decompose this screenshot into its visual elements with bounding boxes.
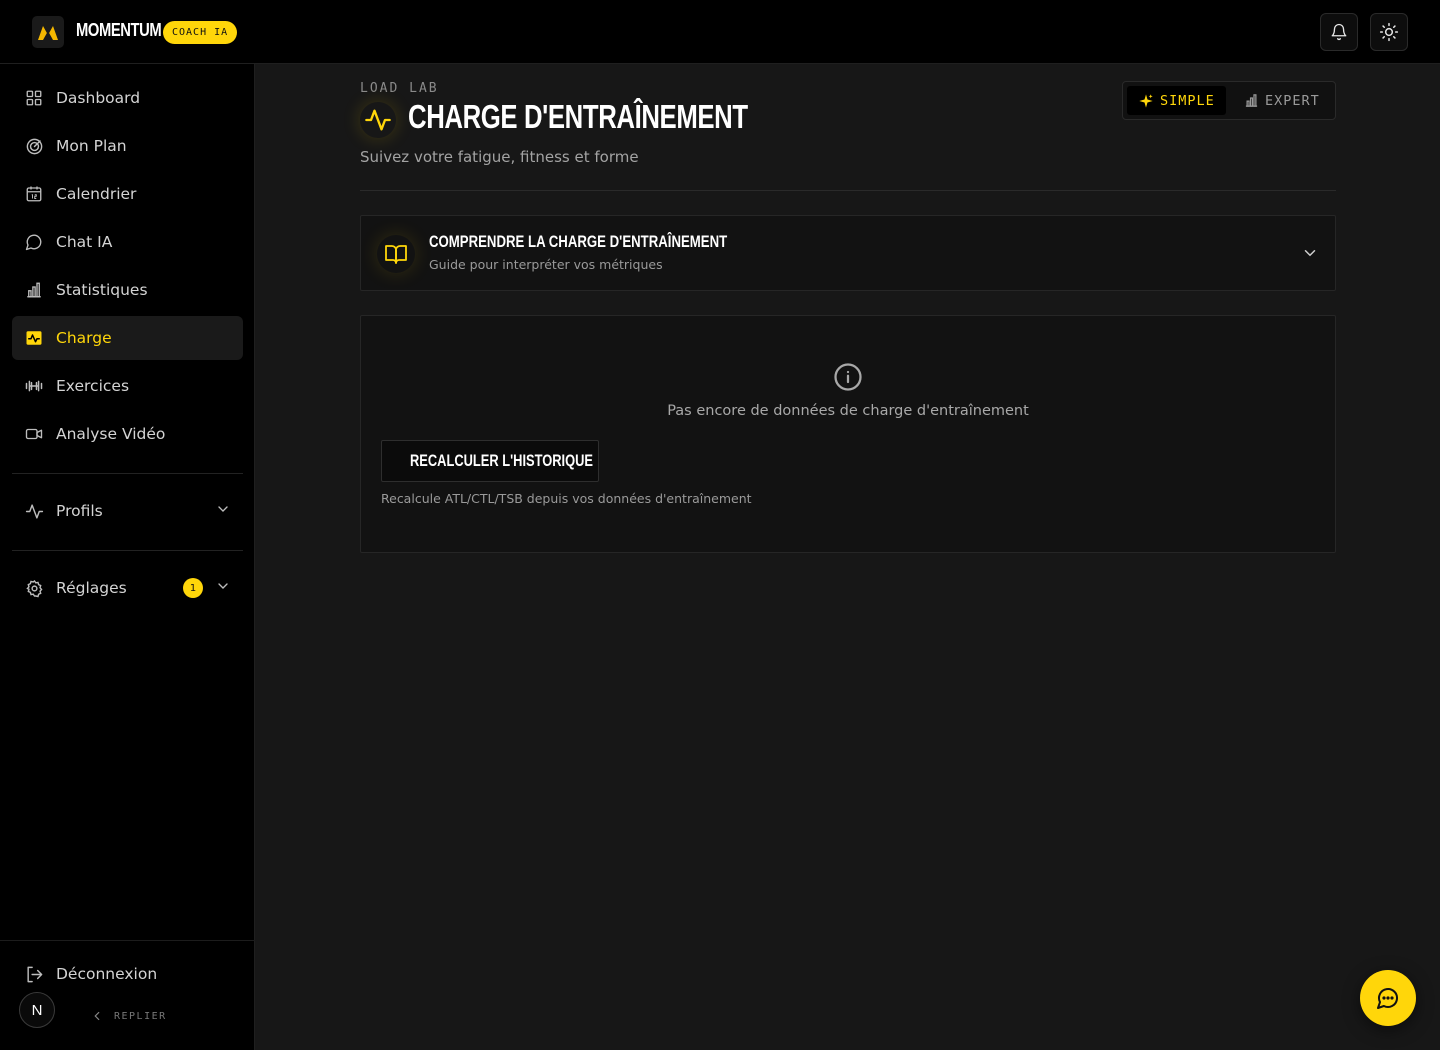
bar-chart-icon bbox=[24, 280, 44, 300]
guide-accordion[interactable]: COMPRENDRE LA CHARGE D'ENTRAÎNEMENT Guid… bbox=[360, 215, 1336, 291]
mode-expert-button[interactable]: EXPERT bbox=[1233, 86, 1331, 115]
chevron-down-icon[interactable] bbox=[1301, 244, 1319, 266]
chat-dots-icon bbox=[1377, 988, 1398, 1009]
chevron-down-icon[interactable] bbox=[215, 501, 231, 521]
empty-state-card: Pas encore de données de charge d'entraî… bbox=[360, 315, 1336, 553]
chat-fab-button[interactable] bbox=[1360, 970, 1416, 1026]
sidebar-item-label: Profils bbox=[56, 502, 103, 520]
bell-icon bbox=[1331, 23, 1347, 41]
chevron-left-icon bbox=[94, 1011, 100, 1021]
header-divider bbox=[360, 190, 1336, 191]
chevron-down-icon[interactable] bbox=[215, 578, 231, 598]
activity-icon bbox=[360, 102, 396, 138]
sidebar-divider bbox=[12, 473, 243, 474]
sidebar-item-label: Dashboard bbox=[56, 89, 141, 107]
sidebar-item-calendrier[interactable]: Calendrier bbox=[12, 172, 243, 216]
sparkle-icon bbox=[1139, 93, 1153, 108]
sidebar-item-label: Analyse Vidéo bbox=[56, 425, 166, 443]
sidebar-item-label: Chat IA bbox=[56, 233, 113, 251]
grid-icon bbox=[24, 88, 44, 108]
bar-chart-icon bbox=[1245, 94, 1258, 107]
sidebar-item-chat-ia[interactable]: Chat IA bbox=[12, 220, 243, 264]
empty-state-message: Pas encore de données de charge d'entraî… bbox=[667, 403, 1029, 419]
sidebar-item-label: Statistiques bbox=[56, 281, 148, 299]
book-icon bbox=[377, 235, 415, 273]
sidebar-divider bbox=[12, 550, 243, 551]
sidebar-item-analyse-video[interactable]: Analyse Vidéo bbox=[12, 412, 243, 456]
logout-label: Déconnexion bbox=[56, 965, 158, 983]
sun-icon bbox=[1379, 22, 1399, 42]
sidebar-item-label: Mon Plan bbox=[56, 137, 127, 155]
sidebar-item-statistiques[interactable]: Statistiques bbox=[12, 268, 243, 312]
sidebar-item-dashboard[interactable]: Dashboard bbox=[12, 76, 243, 120]
avatar[interactable]: N bbox=[19, 992, 55, 1028]
pulse-icon bbox=[24, 501, 44, 521]
sidebar-footer-divider bbox=[0, 940, 255, 941]
notification-count-badge: 1 bbox=[183, 578, 203, 598]
sidebar-item-label: Calendrier bbox=[56, 185, 137, 203]
collapse-sidebar-button[interactable]: REPLIER bbox=[90, 1009, 167, 1023]
sidebar-item-charge[interactable]: Charge bbox=[12, 316, 243, 360]
collapse-label: REPLIER bbox=[114, 1010, 167, 1022]
page-subtitle: Suivez votre fatigue, fitness et forme bbox=[360, 148, 639, 166]
sidebar-item-exercices[interactable]: Exercices bbox=[12, 364, 243, 408]
theme-toggle-button[interactable] bbox=[1370, 13, 1408, 51]
page-title: CHARGE D'ENTRAÎNEMENT bbox=[408, 98, 748, 135]
dumbbell-icon bbox=[24, 376, 44, 396]
video-icon bbox=[24, 424, 44, 444]
sidebar-item-label: Charge bbox=[56, 329, 112, 347]
sidebar-item-mon-plan[interactable]: Mon Plan bbox=[12, 124, 243, 168]
sidebar-item-reglages[interactable]: Réglages 1 bbox=[12, 566, 243, 610]
mode-simple-label: SIMPLE bbox=[1160, 92, 1215, 109]
recalculate-note: Recalcule ATL/CTL/TSB depuis vos données… bbox=[381, 491, 752, 506]
gear-icon bbox=[24, 578, 44, 598]
notifications-button[interactable] bbox=[1320, 13, 1358, 51]
brand-name: MOMENTUM bbox=[76, 20, 162, 40]
mode-expert-label: EXPERT bbox=[1265, 92, 1320, 109]
mode-simple-button[interactable]: SIMPLE bbox=[1127, 86, 1226, 115]
calendar-icon bbox=[24, 184, 44, 204]
recalculate-label: RECALCULER L'HISTORIQUE bbox=[410, 451, 594, 470]
page-eyebrow: LOAD LAB bbox=[360, 81, 439, 96]
coach-ia-badge: COACH IA bbox=[163, 21, 238, 44]
info-icon bbox=[833, 362, 863, 396]
target-icon bbox=[24, 136, 44, 156]
guide-subtitle: Guide pour interpréter vos métriques bbox=[429, 257, 663, 272]
sidebar-item-label: Réglages bbox=[56, 579, 127, 597]
sidebar: Dashboard Mon Plan Calendrier Chat IA St… bbox=[0, 64, 255, 1050]
top-bar: MOMENTUM COACH IA bbox=[0, 0, 1440, 64]
logout-button[interactable]: Déconnexion bbox=[12, 952, 243, 996]
activity-icon bbox=[24, 328, 44, 348]
recalculate-history-button[interactable]: RECALCULER L'HISTORIQUE bbox=[381, 440, 599, 482]
chat-bubble-icon bbox=[24, 232, 44, 252]
momentum-logo-icon[interactable] bbox=[32, 16, 64, 48]
sidebar-item-profils[interactable]: Profils bbox=[12, 489, 243, 533]
logout-icon bbox=[24, 964, 44, 984]
guide-title: COMPRENDRE LA CHARGE D'ENTRAÎNEMENT bbox=[429, 233, 728, 251]
sidebar-item-label: Exercices bbox=[56, 377, 130, 395]
mode-toggle: SIMPLE EXPERT bbox=[1122, 81, 1336, 120]
